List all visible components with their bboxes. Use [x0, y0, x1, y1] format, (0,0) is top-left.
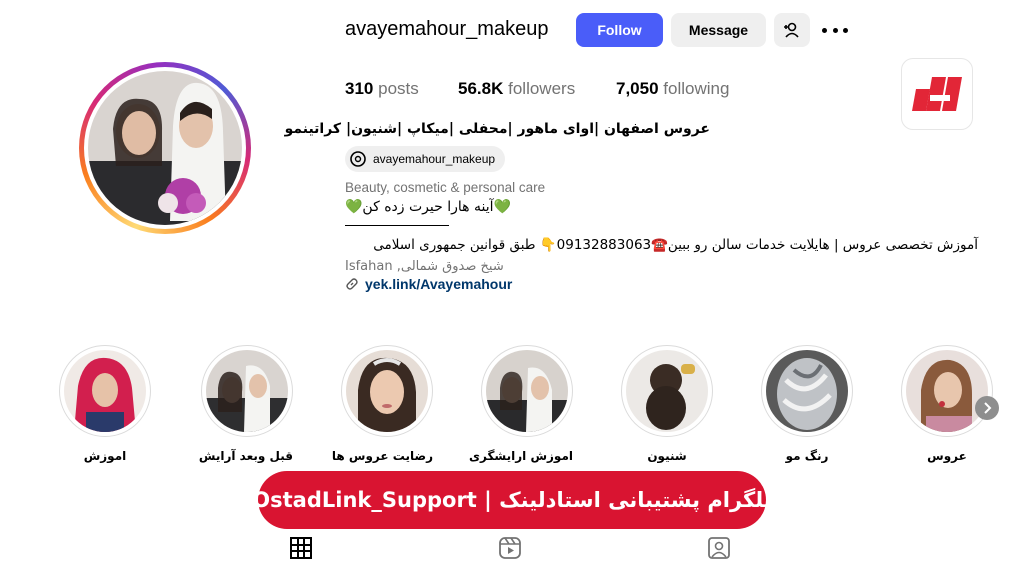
highlight-label: شنیون: [647, 449, 687, 463]
following-count[interactable]: 7,050 following: [616, 79, 729, 99]
highlight-label: رضایت عروس ها: [331, 449, 433, 463]
highlight-item[interactable]: رنگ مو: [761, 345, 853, 463]
telegram-support-banner: تلگرام پشتیبانی استادلینک | OstadLink_Su…: [252, 471, 772, 529]
highlight-item[interactable]: قبل وبعد آرایش: [198, 345, 293, 463]
highlight-label: اموزش ارایشگری: [468, 449, 573, 463]
bio-line-1: 💚آینه هارا حیرت زده کن💚: [345, 199, 511, 215]
add-user-icon: [784, 22, 799, 38]
highlight-label: عروس: [927, 449, 967, 463]
followers-count[interactable]: 56.8K followers: [458, 79, 575, 99]
more-icon: [822, 27, 827, 33]
threads-handle: avayemahour_makeup: [373, 152, 496, 166]
threads-link[interactable]: avayemahour_makeup: [345, 146, 506, 172]
highlight-label: قبل وبعد آرایش: [198, 449, 293, 463]
reels-icon[interactable]: [499, 537, 521, 559]
tagged-icon[interactable]: [708, 537, 730, 559]
highlight-label: رنگ مو: [785, 449, 829, 463]
threads-icon: [350, 151, 366, 167]
chevron-right-icon: [984, 402, 992, 414]
profile-full-name: عروس اصفهان |اوای ماهور |محفلی |میکاپ |ش…: [284, 121, 710, 137]
link-icon: [346, 278, 358, 290]
highlight-item[interactable]: اموزش ارایشگری: [468, 345, 573, 463]
bio-link[interactable]: yek.link/Avayemahour: [345, 276, 512, 292]
posts-count: 310 posts: [345, 79, 419, 98]
highlight-item[interactable]: شنیون: [621, 345, 713, 463]
follow-button[interactable]: Follow: [576, 13, 663, 47]
profile-address: Isfahan ,شیخ صدوق شمالی: [345, 259, 504, 274]
bio-link-text: yek.link/Avayemahour: [365, 276, 513, 292]
bio-line-2: آموزش تخصصی عروس | هایلایت خدمات سالن رو…: [373, 237, 978, 253]
grid-icon[interactable]: [290, 537, 312, 559]
highlight-label: اموزش: [83, 449, 127, 463]
highlight-item[interactable]: رضایت عروس ها: [331, 345, 433, 463]
profile-category: Beauty, cosmetic & personal care: [345, 180, 546, 195]
bio-divider: [345, 225, 449, 226]
highlight-item[interactable]: اموزش: [59, 345, 151, 463]
message-button[interactable]: Message: [671, 13, 766, 47]
profile-username: avayemahour_makeup: [345, 18, 549, 40]
brand-logo: [901, 58, 973, 130]
profile-avatar[interactable]: [79, 62, 251, 234]
add-user-button[interactable]: [774, 13, 810, 47]
highlights-next-button[interactable]: [975, 396, 999, 420]
more-options-button[interactable]: [822, 20, 848, 40]
